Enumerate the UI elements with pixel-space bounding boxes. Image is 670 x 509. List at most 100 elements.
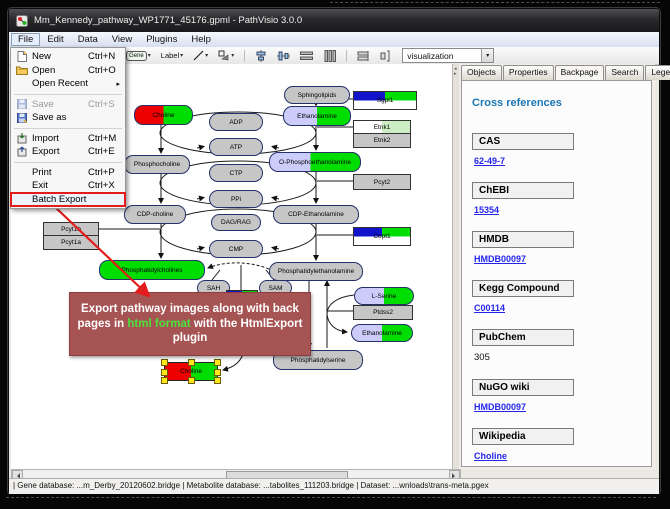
menu-item-shortcut: Ctrl+N <box>88 51 122 62</box>
crossref-link[interactable]: C00114 <box>474 303 505 313</box>
toolbar-separator <box>346 50 347 62</box>
menu-item-label: New <box>29 51 88 62</box>
tab-backpage[interactable]: Backpage <box>555 65 605 80</box>
node-o-phosphoethanolamine[interactable]: O-Phosphoethanolamine <box>269 152 361 172</box>
menu-item-import[interactable]: Import Ctrl+M <box>11 132 125 146</box>
align-center-horizontal-icon <box>255 50 267 62</box>
screenshot-artifact-line <box>6 497 656 498</box>
menu-separator <box>14 128 122 129</box>
menu-item-print[interactable]: Print Ctrl+P <box>11 166 125 180</box>
gene-node-pcyt2[interactable]: Pcyt2 <box>353 174 411 190</box>
gene-node-ptdss2[interactable]: Ptdss2 <box>353 305 413 320</box>
selection-handle[interactable] <box>214 377 221 384</box>
selection-handle[interactable] <box>161 369 168 376</box>
chevron-down-icon[interactable]: ▾ <box>148 52 151 59</box>
menu-item-batch-export[interactable]: Batch Export <box>11 193 125 207</box>
status-bar: | Gene database: ...m_Derby_20120602.bri… <box>9 478 659 494</box>
node-phosphocholine[interactable]: Phosphocholine <box>124 155 190 174</box>
export-icon <box>14 146 29 157</box>
menu-item-label: Open <box>29 65 88 76</box>
chevron-down-icon[interactable]: ▾ <box>205 52 208 59</box>
crossref-value: 305 <box>474 352 490 363</box>
node-phosphatidylethanolamine[interactable]: Phosphatidylethanolamine <box>269 262 363 281</box>
selection-handle[interactable] <box>161 377 168 384</box>
chevron-down-icon[interactable]: ▾ <box>231 52 234 59</box>
backpage-panel: Cross references CAS 62-49-7 ChEBI 15354… <box>461 80 652 467</box>
stack-vertical-button[interactable] <box>376 48 394 64</box>
tab-legend[interactable]: Legend <box>645 65 670 80</box>
menu-item-open[interactable]: Open Ctrl+O <box>11 64 125 78</box>
gene-node-pcyt1a[interactable]: Pcyt1a <box>43 235 99 250</box>
menu-item-save-as[interactable]: Save as <box>11 111 125 125</box>
menu-item-shortcut: Ctrl+E <box>88 146 122 157</box>
align-center-x-button[interactable] <box>252 48 270 64</box>
menu-item-new[interactable]: New Ctrl+N <box>11 50 125 64</box>
stack-horizontal-button[interactable] <box>354 48 372 64</box>
menu-item-exit[interactable]: Exit Ctrl+X <box>11 179 125 193</box>
node-l-serine[interactable]: L-Serine <box>354 287 414 305</box>
selection-handle[interactable] <box>188 359 195 366</box>
chevron-down-icon[interactable]: ▾ <box>180 52 183 59</box>
node-ppi[interactable]: PPi <box>209 190 263 208</box>
distribute-horizontal-icon <box>300 50 313 62</box>
title-bar[interactable]: Mm_Kennedy_pathway_WP1771_45176.gpml - P… <box>9 9 659 32</box>
menu-item-open-recent[interactable]: Open Recent ▸ <box>11 77 125 91</box>
gene-node-sgpl1[interactable]: Sgpl1 <box>353 91 417 110</box>
node-choline-selected[interactable]: Choline <box>164 362 218 381</box>
import-icon <box>14 133 29 144</box>
menu-bar: File Edit Data View Plugins Help <box>9 32 659 47</box>
menu-file[interactable]: File <box>11 33 40 46</box>
tab-properties[interactable]: Properties <box>503 65 554 80</box>
node-ctp[interactable]: CTP <box>209 164 263 182</box>
stack-icon <box>357 50 369 62</box>
node-ethanolamine-bottom[interactable]: Ethanolamine <box>351 324 413 342</box>
draw-line-button[interactable]: ▾ <box>190 48 211 63</box>
shape-tool-icon <box>218 50 230 61</box>
tab-search[interactable]: Search <box>605 65 644 80</box>
draw-shape-button[interactable]: ▾ <box>215 48 237 63</box>
gene-node-etnk2[interactable]: Etnk2 <box>353 133 411 148</box>
node-dag[interactable]: DAG/RAG <box>211 214 261 231</box>
chevron-down-icon[interactable]: ▾ <box>481 49 493 62</box>
crossref-link[interactable]: HMDB00097 <box>474 254 526 264</box>
menu-data[interactable]: Data <box>71 33 105 46</box>
node-cdp-ethanolamine[interactable]: CDP-Ethanolamine <box>273 205 359 224</box>
distribute-vertical-icon <box>323 50 336 62</box>
crossref-link[interactable]: Choline <box>474 451 507 461</box>
distribute-horizontal-button[interactable] <box>297 48 316 64</box>
tab-objects[interactable]: Objects <box>461 65 502 80</box>
node-atp[interactable]: ATP <box>209 138 263 156</box>
node-sphingolipids[interactable]: Sphingolipids <box>284 86 350 104</box>
menu-view[interactable]: View <box>105 33 139 46</box>
selection-handle[interactable] <box>214 359 221 366</box>
node-adp[interactable]: ADP <box>209 113 263 131</box>
node-cmp[interactable]: CMP <box>209 240 263 258</box>
distribute-vertical-button[interactable] <box>320 48 339 64</box>
crossref-link[interactable]: 15354 <box>474 205 499 215</box>
new-document-icon <box>14 51 29 62</box>
bracket-icon <box>379 50 391 62</box>
node-phosphatidylcholines[interactable]: Phosphatidylcholines <box>99 260 205 280</box>
selection-handle[interactable] <box>214 369 221 376</box>
selection-handle[interactable] <box>188 377 195 384</box>
align-center-y-button[interactable] <box>274 48 293 64</box>
status-text: | Gene database: ...m_Derby_20120602.bri… <box>13 481 489 490</box>
selection-handle[interactable] <box>161 359 168 366</box>
node-cdp-choline[interactable]: CDP-choline <box>124 205 186 224</box>
crossref-section-title: ChEBI <box>472 182 574 199</box>
node-choline-top[interactable]: Choline <box>134 105 193 125</box>
menu-plugins[interactable]: Plugins <box>139 33 184 46</box>
splitter-collapse-icon[interactable]: ◂▸ <box>454 67 457 77</box>
annotation-callout: Export pathway images along with back pa… <box>69 292 311 356</box>
menu-edit[interactable]: Edit <box>40 33 70 46</box>
add-datanode-button[interactable]: Gene ▾ <box>123 49 154 63</box>
crossref-link[interactable]: HMDB00097 <box>474 402 526 412</box>
menu-help[interactable]: Help <box>184 33 218 46</box>
gene-node-cept1[interactable]: Cept1 <box>353 227 411 246</box>
add-label-button[interactable]: Label ▾ <box>158 49 186 62</box>
menu-item-export[interactable]: Export Ctrl+E <box>11 145 125 159</box>
crossref-link[interactable]: 62-49-7 <box>474 156 505 166</box>
node-ethanolamine[interactable]: Ethanolamine <box>283 106 351 126</box>
visualization-combobox[interactable]: visualization ▾ <box>402 48 494 63</box>
menu-item-label: Save as <box>29 112 88 123</box>
